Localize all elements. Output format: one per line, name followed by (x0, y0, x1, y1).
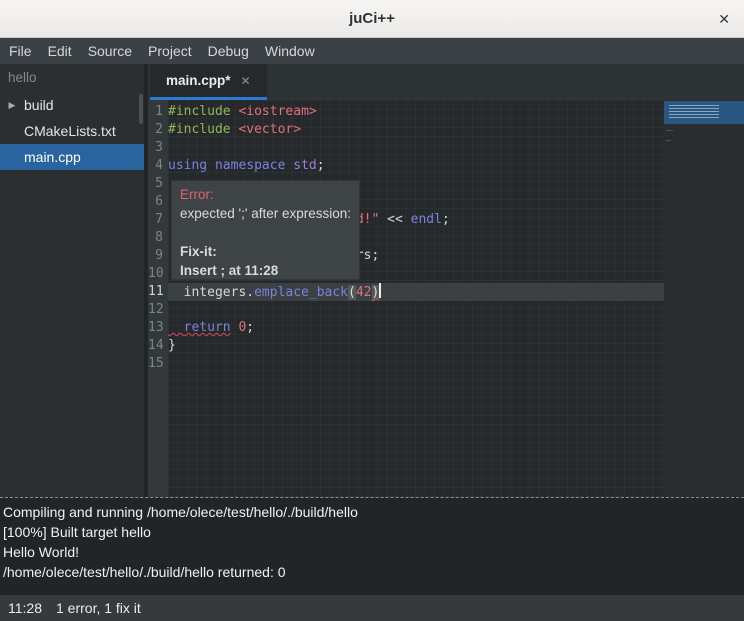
code-line-15[interactable] (168, 355, 664, 373)
tree-item-main-cpp[interactable]: main.cpp (0, 144, 144, 170)
code-area[interactable]: #include <iostream>#include <vector>usin… (168, 100, 664, 497)
code-line-3[interactable] (168, 139, 664, 157)
status-bar: 11:28 1 error, 1 fix it (0, 595, 744, 621)
code-token (168, 320, 184, 335)
code-token: ; (442, 212, 450, 227)
code-token: std (293, 158, 316, 173)
tooltip-fixit-label: Fix-it: (180, 242, 351, 261)
line-number: 5 (148, 175, 168, 193)
minimap-mark (666, 130, 673, 131)
line-number: 12 (148, 301, 168, 319)
line-number: 11 (148, 283, 168, 301)
code-line-1[interactable]: #include <iostream> (168, 103, 664, 121)
tree-item-build[interactable]: ▶build (0, 92, 144, 118)
line-number: 1 (148, 103, 168, 121)
minimap-viewport[interactable] (664, 101, 744, 124)
line-number: 3 (148, 139, 168, 157)
tooltip-error-text: expected ';' after expression: (180, 204, 351, 223)
app-window: juCi++ ✕ FileEditSourceProjectDebugWindo… (0, 0, 744, 621)
output-line: [100%] Built target hello (3, 522, 741, 542)
tree-item-cmakelists-txt[interactable]: CMakeLists.txt (0, 118, 144, 144)
code-token: using (168, 158, 207, 173)
line-number: 10 (148, 265, 168, 283)
text-cursor (379, 283, 381, 298)
menu-item-project[interactable]: Project (140, 38, 200, 64)
code-token: ; (317, 158, 325, 173)
line-number: 8 (148, 229, 168, 247)
code-token: << (379, 212, 410, 227)
build-output-panel[interactable]: Compiling and running /home/olece/test/h… (0, 497, 744, 595)
code-token: namespace (215, 158, 285, 173)
tree-item-label: build (24, 92, 54, 118)
code-token: ( (348, 285, 356, 300)
tree-item-label: main.cpp (24, 144, 81, 170)
minimap[interactable] (664, 100, 744, 497)
line-number: 14 (148, 337, 168, 355)
output-line: Compiling and running /home/olece/test/h… (3, 502, 741, 522)
code-token: } (168, 338, 176, 353)
tab-main.cpp[interactable]: main.cpp* ✕ (150, 64, 267, 100)
code-token: <vector> (238, 122, 301, 137)
tooltip-fixit-text: Insert ; at 11:28 (180, 261, 351, 280)
tab-label: main.cpp* (166, 73, 231, 88)
code-token: <iostream> (238, 104, 316, 119)
code-line-2[interactable]: #include <vector> (168, 121, 664, 139)
code-token: ) (372, 285, 380, 300)
code-line-11[interactable]: integers.emplace_back(42) (168, 283, 664, 301)
minimap-mark (666, 140, 671, 141)
code-token: ; (246, 320, 254, 335)
line-number: 7 (148, 211, 168, 229)
code-token (207, 158, 215, 173)
tree-item-label: CMakeLists.txt (24, 118, 116, 144)
code-line-13[interactable]: return 0; (168, 319, 664, 337)
code-token: #include (168, 122, 231, 137)
close-window-icon[interactable]: ✕ (718, 0, 730, 38)
file-tree-sidebar: hello ▶buildCMakeLists.txtmain.cpp (0, 64, 148, 497)
editor-body: 123456789101112131415 #include <iostream… (148, 100, 744, 497)
code-token: return (184, 320, 231, 335)
window-title: juCi++ (349, 10, 395, 27)
line-number-gutter: 123456789101112131415 (148, 100, 168, 497)
line-number: 2 (148, 121, 168, 139)
menu-item-debug[interactable]: Debug (200, 38, 257, 64)
tooltip-spacer (180, 223, 351, 242)
tab-bar: main.cpp* ✕ (148, 64, 744, 100)
output-line: /home/olece/test/hello/./build/hello ret… (3, 562, 741, 582)
output-line: Hello World! (3, 542, 741, 562)
diagnostics-summary: 1 error, 1 fix it (56, 600, 141, 616)
line-number: 4 (148, 157, 168, 175)
code-line-14[interactable]: } (168, 337, 664, 355)
expander-triangle-icon[interactable]: ▶ (4, 92, 20, 118)
menu-item-edit[interactable]: Edit (40, 38, 80, 64)
file-tree: ▶buildCMakeLists.txtmain.cpp (0, 92, 144, 170)
tab-close-icon[interactable]: ✕ (241, 74, 251, 88)
main-area: hello ▶buildCMakeLists.txtmain.cpp main.… (0, 64, 744, 497)
code-token: endl (411, 212, 442, 227)
code-line-12[interactable] (168, 301, 664, 319)
line-number: 15 (148, 355, 168, 373)
line-number: 9 (148, 247, 168, 265)
code-token: #include (168, 104, 231, 119)
menu-item-window[interactable]: Window (257, 38, 323, 64)
code-token: 42 (356, 285, 372, 300)
tooltip-error-label: Error: (180, 185, 351, 204)
sidebar-scrollbar[interactable] (139, 94, 143, 124)
code-line-4[interactable]: using namespace std; (168, 157, 664, 175)
project-name-label: hello (0, 64, 144, 92)
menu-item-source[interactable]: Source (80, 38, 140, 64)
menu-bar: FileEditSourceProjectDebugWindow (0, 38, 744, 64)
line-number: 13 (148, 319, 168, 337)
title-bar: juCi++ ✕ (0, 0, 744, 38)
menu-item-file[interactable]: File (1, 38, 40, 64)
cursor-position: 11:28 (8, 600, 42, 616)
diagnostic-tooltip: Error: expected ';' after expression: Fi… (171, 180, 360, 280)
editor-column: main.cpp*✕ 123456789101112131415 #includ… (148, 64, 744, 497)
line-number: 6 (148, 193, 168, 211)
code-token: emplace_back (254, 285, 348, 300)
minimap-code-texture (669, 105, 719, 120)
code-token: integers. (168, 285, 254, 300)
